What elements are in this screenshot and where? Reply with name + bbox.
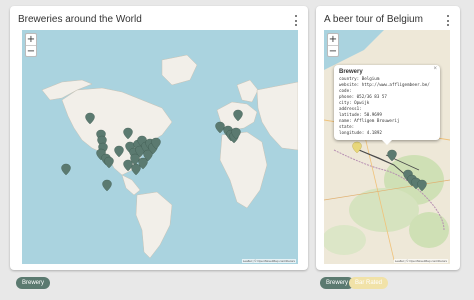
card-title: Breweries around the World bbox=[18, 14, 142, 25]
brewery-marker[interactable] bbox=[417, 179, 427, 192]
legend-chip-brewery[interactable]: Brewery bbox=[16, 277, 51, 289]
close-icon[interactable]: × bbox=[433, 66, 437, 72]
more-options-icon[interactable] bbox=[444, 15, 452, 26]
popup-line[interactable]: website: http://www.affligembeer.be/ bbox=[339, 82, 435, 88]
popup-title: Brewery bbox=[339, 69, 363, 75]
legend-chip-bar-rated[interactable]: Bar Rated bbox=[349, 277, 389, 289]
brewery-popup: × Brewery country: Belgium website: http… bbox=[334, 65, 440, 145]
brewery-marker[interactable] bbox=[61, 163, 71, 176]
brewery-marker[interactable] bbox=[233, 109, 243, 122]
brewery-marker[interactable] bbox=[114, 145, 124, 158]
popup-tip bbox=[382, 140, 392, 145]
card-title: A beer tour of Belgium bbox=[324, 14, 423, 25]
more-options-icon[interactable] bbox=[292, 15, 300, 26]
brewery-marker[interactable] bbox=[131, 163, 141, 176]
bar-marker[interactable] bbox=[352, 141, 362, 154]
brewery-marker[interactable] bbox=[85, 112, 95, 125]
brewery-markers bbox=[61, 109, 243, 192]
breweries-world-card: Breweries around the World + − Leaflet |… bbox=[10, 6, 308, 270]
brewery-marker[interactable] bbox=[215, 121, 225, 134]
world-map[interactable]: + − Leaflet | © OpenStreetMap contributo… bbox=[22, 30, 298, 264]
brewery-marker[interactable] bbox=[123, 159, 133, 172]
brewery-marker[interactable] bbox=[104, 156, 114, 169]
map-attribution[interactable]: Leaflet | © OpenStreetMap contributors bbox=[393, 259, 448, 263]
brewery-marker[interactable] bbox=[102, 179, 112, 192]
brewery-marker[interactable] bbox=[123, 127, 133, 140]
belgium-tour-card: A beer tour of Belgium + − × Brewery cou… bbox=[316, 6, 460, 270]
popup-line: longitude: 4.1892 bbox=[339, 130, 382, 135]
belgium-map[interactable]: + − × Brewery country: Belgium website: … bbox=[324, 30, 450, 264]
brewery-marker[interactable] bbox=[387, 149, 397, 162]
map-attribution[interactable]: Leaflet | © OpenStreetMap contributors bbox=[241, 259, 296, 263]
